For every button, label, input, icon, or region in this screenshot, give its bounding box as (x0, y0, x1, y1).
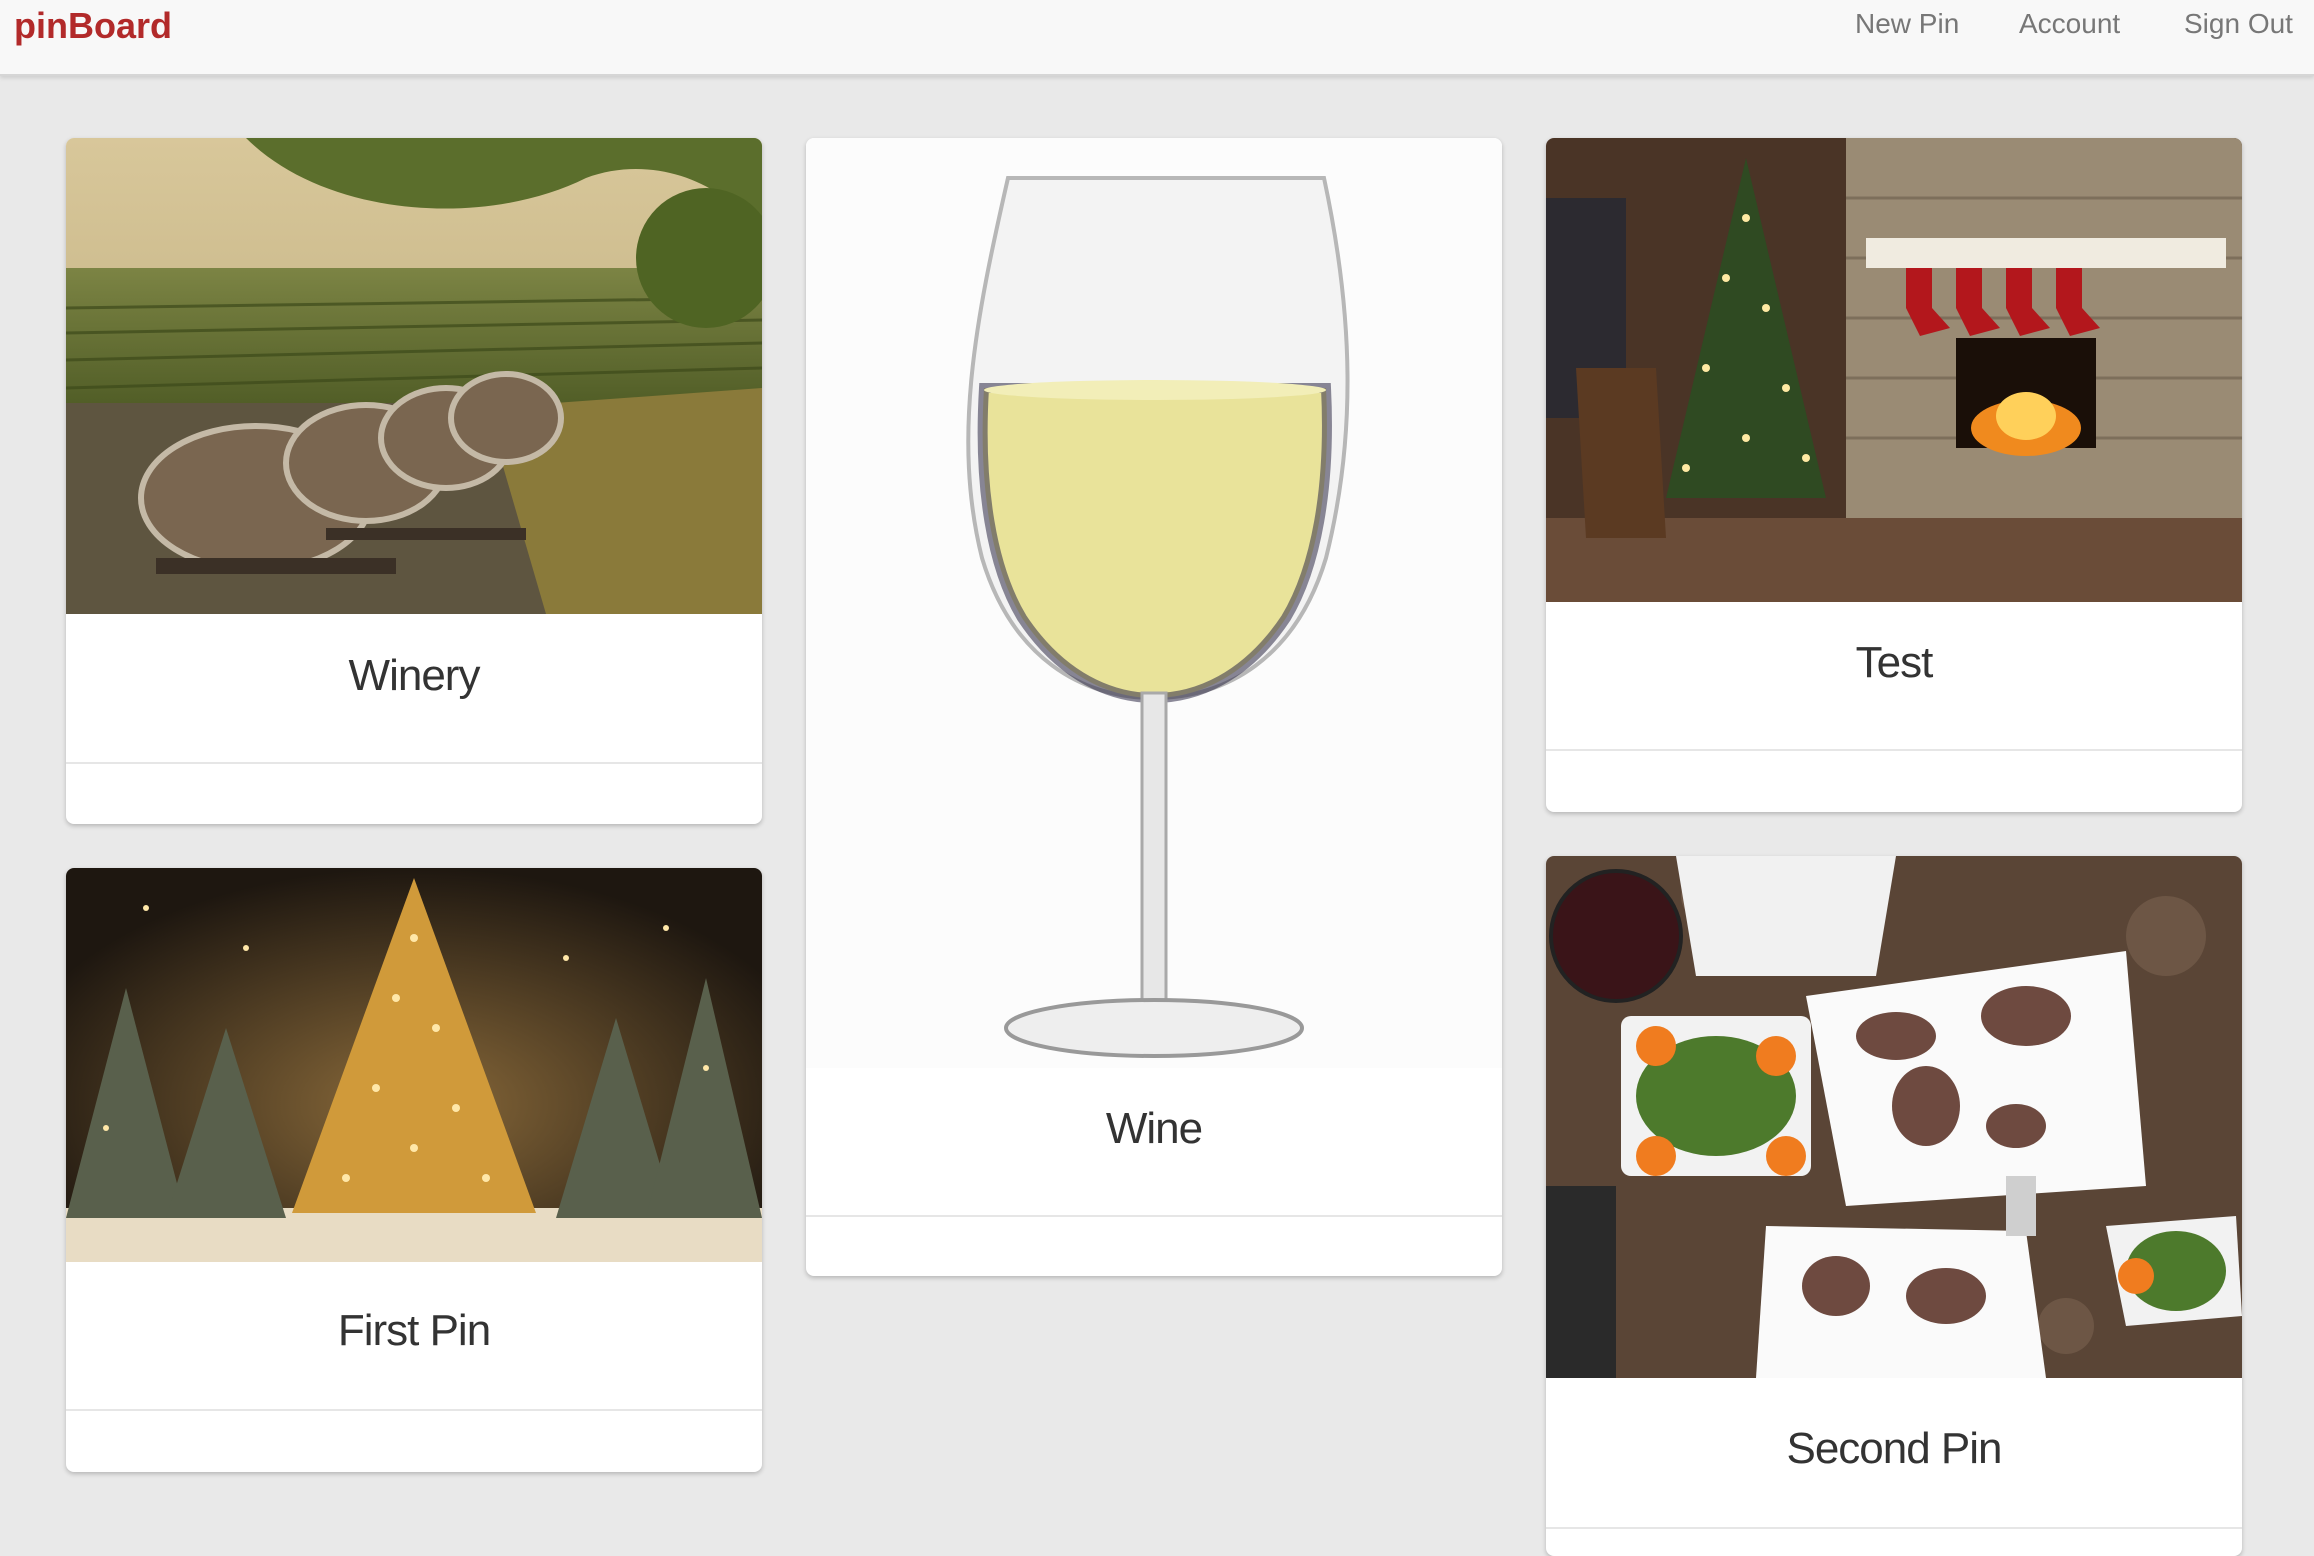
nav-account[interactable]: Account (2019, 6, 2120, 42)
pin-title: First Pin (337, 1306, 491, 1355)
nav-sign-out[interactable]: Sign Out (2184, 6, 2293, 42)
pin-title: Winery (348, 651, 481, 700)
pin-card-first-pin[interactable]: First Pin (66, 868, 762, 1472)
pin-card-test[interactable]: Test (1546, 138, 2242, 812)
steak-salad-dinner-image[interactable] (1546, 856, 2242, 1378)
pin-title: Second Pin (1786, 1424, 2002, 1473)
white-wine-glass-image[interactable] (806, 138, 1502, 1068)
nav-new-pin[interactable]: New Pin (1855, 6, 1959, 42)
card-divider (66, 1409, 762, 1411)
pin-card-second-pin[interactable]: Second Pin (1546, 856, 2242, 1556)
card-divider (1546, 1527, 2242, 1529)
christmas-fireplace-image[interactable] (1546, 138, 2242, 602)
card-divider (806, 1215, 1502, 1217)
pin-title: Wine (1105, 1104, 1203, 1153)
card-divider (1546, 749, 2242, 751)
pin-card-wine[interactable]: Wine (806, 138, 1502, 1276)
pin-title: Test (1855, 638, 1934, 687)
pin-card-winery[interactable]: Winery (66, 138, 762, 824)
brand-logo[interactable]: pinBoard (14, 4, 172, 48)
top-navbar: pinBoard New Pin Account Sign Out (0, 0, 2314, 76)
vineyard-barrels-image[interactable] (66, 138, 762, 614)
christmas-trees-image[interactable] (66, 868, 762, 1262)
card-divider (66, 762, 762, 764)
